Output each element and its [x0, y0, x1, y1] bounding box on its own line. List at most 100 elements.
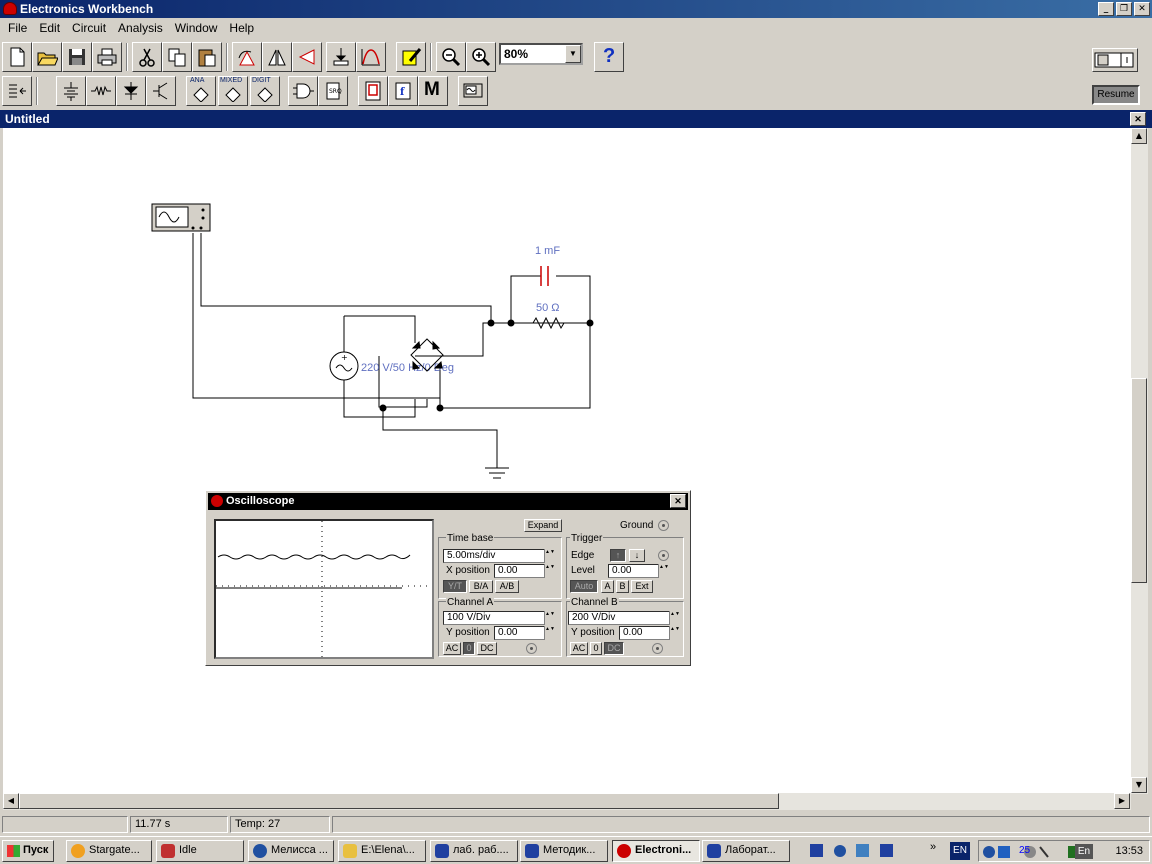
digital-bin-button[interactable]: SRQ	[318, 76, 348, 106]
task-folder-elena[interactable]: E:\Elena\...	[338, 840, 426, 862]
task-idle[interactable]: Idle	[156, 840, 244, 862]
language-indicator[interactable]: EN	[950, 842, 970, 860]
flip-vertical-button[interactable]	[292, 42, 322, 72]
channel-a-scale-field[interactable]: 100 V/Div ▲▼	[443, 611, 555, 625]
horizontal-scroll-thumb[interactable]	[19, 793, 779, 809]
start-button[interactable]: Пуск	[2, 840, 54, 862]
power-switch[interactable]	[1092, 48, 1138, 72]
scroll-up-button[interactable]: ▲	[1131, 128, 1147, 144]
stargate-icon	[71, 844, 85, 858]
horizontal-scrollbar[interactable]: ◀ ▶	[3, 793, 1131, 810]
channel-a-dc-button[interactable]: DC	[477, 642, 497, 655]
basic-bin-button[interactable]	[86, 76, 116, 106]
quick-launch-icons[interactable]	[808, 843, 918, 859]
task-laboratory[interactable]: Лаборат...	[702, 840, 790, 862]
task-stargate[interactable]: Stargate...	[66, 840, 152, 862]
channel-b-terminal[interactable]	[652, 643, 663, 654]
task-electronics-workbench[interactable]: Electroni...	[612, 840, 700, 862]
scroll-down-button[interactable]: ▼	[1131, 777, 1147, 793]
chevron-down-icon[interactable]: ▼	[565, 45, 581, 63]
oscilloscope-close-button[interactable]: ✕	[670, 494, 686, 508]
menu-window[interactable]: Window	[169, 19, 224, 37]
help-button[interactable]: ?	[594, 42, 624, 72]
zoom-in-button[interactable]	[466, 42, 496, 72]
channel-a-ac-button[interactable]: AC	[443, 642, 461, 655]
help-icon: ?	[603, 45, 616, 67]
vertical-scroll-thumb[interactable]	[1131, 378, 1147, 583]
channel-b-scale-field[interactable]: 200 V/Div ▲▼	[568, 611, 680, 625]
level-field[interactable]: 0.00 ▲▼	[608, 564, 669, 578]
rotate-button[interactable]	[232, 42, 262, 72]
task-methodology[interactable]: Методик...	[520, 840, 608, 862]
circuit-canvas[interactable]: 1 mF 50 Ω + 220 V/50 Hz/0 Deg	[3, 128, 1131, 794]
zoom-select[interactable]: 80% ▼	[499, 43, 583, 65]
print-button[interactable]	[92, 42, 122, 72]
minimize-button[interactable]: _	[1098, 2, 1114, 16]
channel-a-terminal[interactable]	[526, 643, 537, 654]
ba-mode-button[interactable]: B/A	[469, 580, 493, 593]
mixed-ics-bin-button[interactable]: MIXED	[218, 76, 248, 106]
edge-rising-button[interactable]: ↑	[610, 549, 626, 562]
trigger-ext-button[interactable]: Ext	[631, 580, 653, 593]
channel-b-dc-button[interactable]: DC	[604, 642, 624, 655]
menu-bar: File Edit Circuit Analysis Window Help	[0, 18, 1152, 38]
menu-help[interactable]: Help	[223, 19, 260, 37]
edge-falling-button[interactable]: ↓	[629, 549, 645, 562]
paste-button[interactable]	[192, 42, 222, 72]
indicators-bin-button[interactable]	[358, 76, 388, 106]
cut-button[interactable]	[132, 42, 162, 72]
trigger-a-button[interactable]: A	[601, 580, 614, 593]
save-button[interactable]	[62, 42, 92, 72]
description-button[interactable]	[396, 42, 426, 72]
trigger-terminal[interactable]	[658, 550, 669, 561]
new-file-button[interactable]	[2, 42, 32, 72]
menu-analysis[interactable]: Analysis	[112, 19, 169, 37]
create-subcircuit-button[interactable]	[356, 42, 386, 72]
trigger-b-button[interactable]: B	[616, 580, 629, 593]
vertical-scrollbar[interactable]: ▲ ▼	[1131, 128, 1148, 794]
task-lab-work[interactable]: лаб. раб....	[430, 840, 518, 862]
tray-language[interactable]: En	[1075, 844, 1093, 859]
channel-a-y-position-field[interactable]: 0.00 ▲▼	[494, 626, 555, 640]
sources-bin-button[interactable]	[56, 76, 86, 106]
favorites-bin-button[interactable]	[2, 76, 32, 106]
logic-gates-bin-button[interactable]	[288, 76, 318, 106]
instruments-bin-button[interactable]	[458, 76, 488, 106]
menu-file[interactable]: File	[2, 19, 33, 37]
menu-edit[interactable]: Edit	[33, 19, 66, 37]
copy-button[interactable]	[162, 42, 192, 72]
component-properties-button[interactable]	[326, 42, 356, 72]
expand-button[interactable]: Expand	[524, 519, 562, 532]
flip-horizontal-button[interactable]	[262, 42, 292, 72]
trigger-auto-button[interactable]: Auto	[570, 580, 598, 593]
time-base-field[interactable]: 5.00ms/div ▲▼	[443, 549, 555, 563]
restore-button[interactable]: ❐	[1116, 2, 1132, 16]
chevron-right-icon[interactable]: »	[930, 841, 936, 853]
document-title-text: Untitled	[5, 112, 50, 126]
ground-terminal[interactable]	[658, 520, 669, 531]
channel-b-y-position-label: Y position	[571, 627, 615, 638]
scroll-right-button[interactable]: ▶	[1114, 793, 1130, 809]
ab-mode-button[interactable]: A/B	[495, 580, 519, 593]
channel-b-zero-button[interactable]: 0	[590, 642, 602, 655]
diodes-bin-button[interactable]	[116, 76, 146, 106]
analog-ics-bin-button[interactable]: ANA	[186, 76, 216, 106]
resume-button[interactable]: Resume	[1092, 85, 1140, 105]
task-melissa[interactable]: Мелисса ...	[248, 840, 334, 862]
document-close-button[interactable]: ✕	[1130, 112, 1146, 126]
scroll-left-button[interactable]: ◀	[3, 793, 19, 809]
yt-mode-button[interactable]: Y/T	[443, 580, 467, 593]
channel-a-zero-button[interactable]: 0	[463, 642, 475, 655]
open-button[interactable]	[32, 42, 62, 72]
transistors-bin-button[interactable]	[146, 76, 176, 106]
x-position-field[interactable]: 0.00 ▲▼	[494, 564, 555, 578]
controls-bin-button[interactable]: f	[388, 76, 418, 106]
zoom-out-button[interactable]	[436, 42, 466, 72]
close-button[interactable]: ✕	[1134, 2, 1150, 16]
channel-b-ac-button[interactable]: AC	[570, 642, 588, 655]
digital-ics-bin-button[interactable]: DIGIT	[250, 76, 280, 106]
menu-circuit[interactable]: Circuit	[66, 19, 112, 37]
miscellaneous-bin-button[interactable]: M	[418, 76, 448, 106]
channel-b-y-position-field[interactable]: 0.00 ▲▼	[619, 626, 680, 640]
oscilloscope-title-bar[interactable]: Oscilloscope ✕	[208, 493, 688, 510]
